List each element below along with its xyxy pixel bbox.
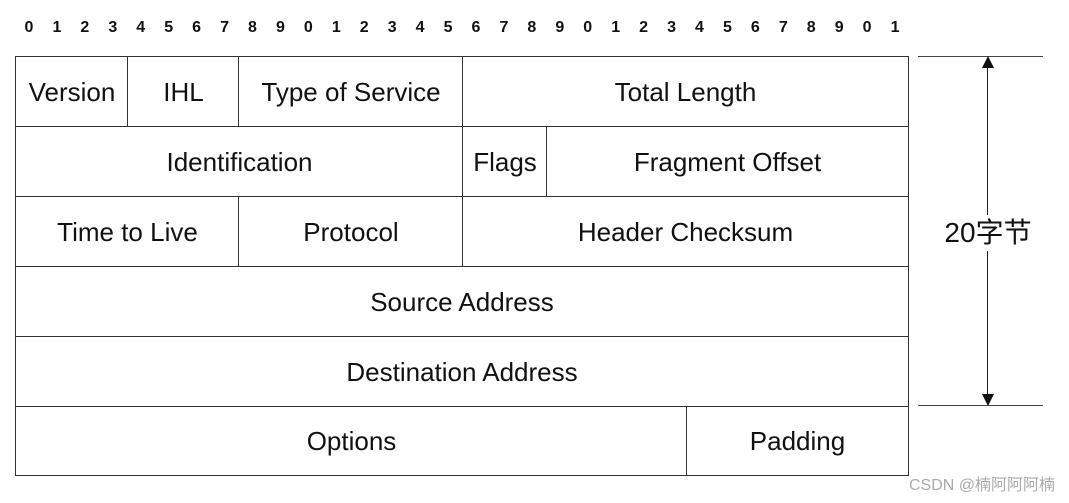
- bit-number: 2: [80, 19, 90, 36]
- bit-number: 7: [778, 19, 788, 36]
- bit-number: 9: [275, 19, 285, 36]
- field-padding: Padding: [686, 406, 909, 476]
- field-flags: Flags: [462, 126, 548, 198]
- header-size-label: 20字节: [940, 215, 1036, 251]
- field-source-address: Source Address: [15, 266, 909, 338]
- watermark: CSDN @楠阿阿阿楠: [908, 477, 1055, 494]
- field-protocol: Protocol: [238, 196, 464, 268]
- bit-number: 9: [555, 19, 565, 36]
- bit-number: 1: [331, 19, 341, 36]
- bit-number: 8: [248, 19, 257, 36]
- size-bracket-bottom-line: [918, 405, 1043, 406]
- bit-number: 2: [359, 19, 369, 36]
- bit-number-ruler: 0 1 2 3 4 5 6 7 8 9 0 1 2 3 4 5 6 7 8 9 0 1 2 3 4 5 6 7 8 9 0 1: [15, 17, 909, 39]
- bit-number: 6: [192, 19, 202, 36]
- bit-number: 8: [806, 19, 816, 36]
- bit-number: 3: [108, 19, 118, 36]
- bit-number: 5: [722, 19, 732, 36]
- field-ihl: IHL: [127, 56, 240, 128]
- field-identification: Identification: [15, 126, 464, 198]
- bit-number: 7: [499, 19, 509, 36]
- bit-number: 1: [611, 19, 621, 36]
- field-total-length: Total Length: [462, 56, 909, 128]
- arrow-up-head-icon: [982, 56, 994, 68]
- bit-number: 5: [164, 19, 174, 36]
- field-destination-address: Destination Address: [15, 336, 909, 408]
- bit-number: 2: [639, 19, 649, 36]
- bit-number: 1: [52, 19, 62, 36]
- bit-number: 5: [443, 19, 453, 36]
- bit-number: 3: [667, 19, 676, 36]
- bit-number: 4: [136, 19, 146, 36]
- bit-number: 4: [695, 19, 704, 36]
- field-version: Version: [15, 56, 129, 128]
- bit-number: 1: [890, 19, 900, 36]
- field-type-of-service: Type of Service: [238, 56, 464, 128]
- bit-number: 6: [750, 19, 760, 36]
- bit-number: 3: [387, 19, 397, 36]
- field-options: Options: [15, 406, 688, 476]
- bit-number: 6: [471, 19, 481, 36]
- arrow-down-head-icon: [982, 394, 994, 406]
- bit-number: 4: [415, 19, 425, 36]
- bit-number: 8: [527, 19, 537, 36]
- field-fragment-offset: Fragment Offset: [546, 126, 909, 198]
- bit-number: 0: [583, 19, 593, 36]
- bit-number: 0: [862, 19, 872, 36]
- size-bracket-top-line: [918, 56, 1043, 57]
- bit-number: 7: [220, 19, 229, 36]
- bit-number: 9: [834, 19, 844, 36]
- field-time-to-live: Time to Live: [15, 196, 240, 268]
- bit-number: 0: [303, 19, 313, 36]
- field-header-checksum: Header Checksum: [462, 196, 909, 268]
- bit-number: 0: [24, 19, 34, 36]
